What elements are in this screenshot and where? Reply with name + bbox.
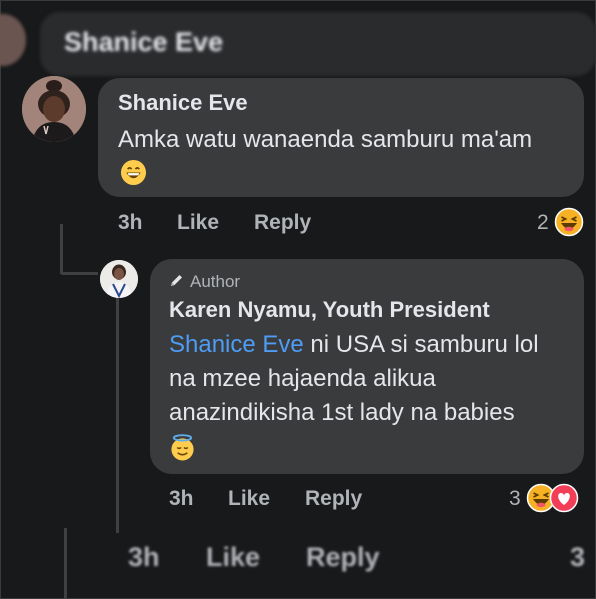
previous-comment-blurred: Shanice Eve <box>0 0 596 78</box>
comment-text-body: Amka watu wanaenda samburu ma'am <box>118 126 533 153</box>
reply-thread-line <box>116 298 119 533</box>
reply-reaction-count: 3 <box>509 487 521 510</box>
haha-reaction-icon <box>554 207 584 237</box>
comment-timestamp[interactable]: 3h <box>118 211 143 235</box>
reply-author-avatar[interactable] <box>100 260 138 298</box>
author-badge-label: Author <box>190 272 241 291</box>
previous-comment-author: Shanice Eve <box>64 27 224 57</box>
ghost-reply: Reply <box>306 542 380 572</box>
reply-text: Shanice Eve ni USA si samburu lol na mze… <box>169 328 569 466</box>
comment-reaction-count: 2 <box>537 211 549 234</box>
thread-connector <box>60 272 98 275</box>
ghost-timestamp: 3h <box>128 542 160 572</box>
next-actions-blurred: 3h Like Reply 3 <box>100 536 596 596</box>
ghost-like: Like <box>206 542 261 572</box>
comment-like-button[interactable]: Like <box>177 211 219 235</box>
previous-comment-avatar <box>0 14 26 66</box>
comment-reactions[interactable]: 2 <box>537 207 584 237</box>
comment-text: Amka watu wanaenda samburu ma'am <box>118 123 558 191</box>
reply-reply-button[interactable]: Reply <box>305 487 362 511</box>
commenter-avatar[interactable] <box>22 76 86 142</box>
comment-author-name[interactable]: Shanice Eve <box>118 90 248 116</box>
mention-link[interactable]: Shanice Eve <box>169 331 304 358</box>
reply-like-button[interactable]: Like <box>228 487 270 511</box>
comment-reply-button[interactable]: Reply <box>254 211 311 235</box>
reply-author-name[interactable]: Karen Nyamu, Youth President <box>169 297 490 323</box>
smiling-face-with-halo-emoji-icon <box>171 434 194 461</box>
love-reaction-icon <box>549 483 579 513</box>
reply-reactions[interactable]: 3 <box>509 483 579 513</box>
grinning-face-emoji-icon <box>120 159 147 186</box>
pencil-icon <box>171 275 182 286</box>
thread-line-bottom <box>64 528 67 599</box>
thread-line <box>60 224 63 274</box>
author-badge: Author <box>169 272 240 292</box>
ghost-reaction-count: 3 <box>570 542 586 572</box>
reply-timestamp[interactable]: 3h <box>169 487 194 511</box>
